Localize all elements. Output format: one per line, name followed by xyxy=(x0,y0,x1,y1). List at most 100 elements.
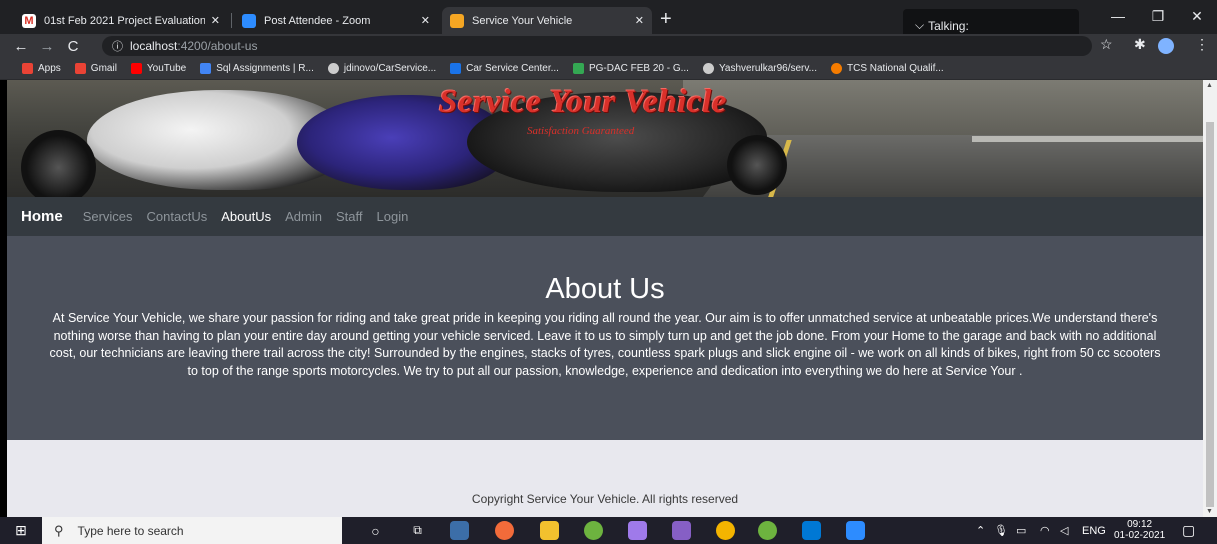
restore-button[interactable]: ❐ xyxy=(1138,0,1178,32)
bookmark-car-service[interactable]: Car Service Center... xyxy=(450,63,559,74)
bookmark-youtube[interactable]: YouTube xyxy=(130,63,187,74)
motorcycle-wheel xyxy=(21,130,96,197)
bookmark-pg-dac[interactable]: PG-DAC FEB 20 - G... xyxy=(572,63,689,74)
profile-avatar-icon[interactable] xyxy=(1158,38,1174,54)
spring-tool-suite-2-icon[interactable] xyxy=(758,521,777,540)
scroll-down-icon[interactable]: ▼ xyxy=(1206,508,1213,515)
close-icon[interactable]: ✕ xyxy=(421,14,430,27)
windows-taskbar: ⊞ ⚲ Type here to search ○ ⧉ ⌃ 🎙 ▭ ◠ ◁ EN… xyxy=(0,517,1217,544)
cortana-icon[interactable]: ○ xyxy=(366,521,385,540)
bookmark-label: Sql Assignments | R... xyxy=(216,63,314,74)
nav-aboutus[interactable]: AboutUs xyxy=(221,209,271,224)
language-indicator[interactable]: ENG xyxy=(1082,517,1106,544)
tab-project-evaluation[interactable]: M 01st Feb 2021 Project Evaluation ✕ xyxy=(14,7,228,34)
tab-zoom[interactable]: Post Attendee - Zoom ✕ xyxy=(234,7,438,34)
address-bar[interactable]: ⓘ localhost :4200/about-us xyxy=(102,36,1092,56)
bookmarks-bar: Apps Gmail YouTube Sql Assignments | R..… xyxy=(0,58,1217,80)
bookmark-tcs[interactable]: TCS National Qualif... xyxy=(830,63,944,74)
url-host: localhost xyxy=(130,39,178,53)
zoom-icon xyxy=(242,13,256,28)
nav-services[interactable]: Services xyxy=(83,209,133,224)
clock-time: 09:12 xyxy=(1127,519,1153,530)
tab-divider xyxy=(231,13,232,28)
close-icon[interactable]: ✕ xyxy=(211,14,220,27)
tab-label: 01st Feb 2021 Project Evaluation xyxy=(44,14,205,27)
wifi-icon[interactable]: ◠ xyxy=(1040,517,1050,544)
bookmark-label: YouTube xyxy=(146,63,187,74)
motorcycle-wheel xyxy=(727,135,787,195)
bookmark-label: Gmail xyxy=(90,63,117,74)
window-close-button[interactable]: ✕ xyxy=(1177,0,1217,32)
nav-login[interactable]: Login xyxy=(377,209,409,224)
reload-icon[interactable]: C xyxy=(60,38,86,55)
volume-icon[interactable]: ◁ xyxy=(1060,517,1068,544)
task-view-icon[interactable]: ⧉ xyxy=(408,521,427,540)
vscode-icon[interactable] xyxy=(802,521,821,540)
menu-dots-icon[interactable]: ⋮ xyxy=(1195,36,1209,53)
snipping-tool-icon[interactable] xyxy=(450,521,469,540)
navbar-brand-home[interactable]: Home xyxy=(21,208,63,225)
windows-start-button[interactable]: ⊞ xyxy=(0,517,42,544)
chrome-icon[interactable] xyxy=(716,521,735,540)
bookmark-label: Apps xyxy=(38,63,61,74)
bookmark-label: TCS National Qualif... xyxy=(846,63,944,74)
bookmark-label: jdinovo/CarService... xyxy=(343,63,437,74)
taskbar-clock[interactable]: 09:12 01-02-2021 xyxy=(1114,519,1165,541)
footer: Copyright Service Your Vehicle. All righ… xyxy=(7,440,1203,517)
postman-icon[interactable] xyxy=(495,521,514,540)
copyright-text: Copyright Service Your Vehicle. All righ… xyxy=(471,492,739,506)
info-icon[interactable]: ⓘ xyxy=(112,38,123,54)
back-arrow-icon[interactable]: ← xyxy=(8,38,34,55)
forward-arrow-icon[interactable]: → xyxy=(34,38,60,55)
bookmark-github-yash[interactable]: Yashverulkar96/serv... xyxy=(702,63,817,74)
github-icon xyxy=(327,63,339,74)
search-placeholder: Type here to search xyxy=(77,523,184,538)
bookmark-star-icon[interactable]: ☆ xyxy=(1100,36,1113,53)
about-section: About Us At Service Your Vehicle, we sha… xyxy=(7,236,1203,440)
extensions-icon[interactable]: ✱ xyxy=(1134,36,1146,53)
sql-icon xyxy=(200,63,212,74)
microphone-icon[interactable]: 🎙 xyxy=(994,517,1008,544)
zoom-app-icon[interactable] xyxy=(846,521,865,540)
tab-label: Post Attendee - Zoom xyxy=(264,14,371,27)
about-text: At Service Your Vehicle, we share your p… xyxy=(49,311,1161,378)
file-explorer-icon[interactable] xyxy=(540,521,559,540)
bookmark-label: Car Service Center... xyxy=(466,63,559,74)
bookmark-gmail[interactable]: Gmail xyxy=(74,63,117,74)
notification-center-icon[interactable]: ▢ xyxy=(1182,517,1195,544)
bookmark-sql[interactable]: Sql Assignments | R... xyxy=(200,63,314,74)
scroll-up-icon[interactable]: ▲ xyxy=(1206,82,1213,89)
bookmark-apps[interactable]: Apps xyxy=(22,63,61,74)
browser-toolbar: ← → C ⓘ localhost :4200/about-us ☆ ✱ ⋮ xyxy=(0,34,1217,58)
taskbar-search-box[interactable]: ⚲ Type here to search xyxy=(42,517,342,544)
chevron-down-icon: ⌵ xyxy=(915,18,925,32)
site-favicon-icon xyxy=(450,13,464,28)
tab-service-your-vehicle[interactable]: Service Your Vehicle ✕ xyxy=(442,7,652,34)
banner-title: Service Your Vehicle xyxy=(439,84,728,120)
tray-chevron-up-icon[interactable]: ⌃ xyxy=(976,517,985,544)
spring-tool-suite-icon[interactable] xyxy=(584,521,603,540)
nav-staff[interactable]: Staff xyxy=(336,209,363,224)
youtube-icon xyxy=(130,63,142,74)
bookmark-label: PG-DAC FEB 20 - G... xyxy=(588,63,689,74)
visual-studio-icon[interactable] xyxy=(672,521,691,540)
close-icon[interactable]: ✕ xyxy=(635,14,644,27)
gmail-icon xyxy=(74,63,86,74)
browser-tab-strip: M 01st Feb 2021 Project Evaluation ✕ Pos… xyxy=(0,0,1217,42)
scrollbar-thumb[interactable] xyxy=(1206,122,1214,507)
page-icon xyxy=(450,63,462,74)
eclipse-icon[interactable] xyxy=(628,521,647,540)
tcs-icon xyxy=(830,63,842,74)
minimize-button[interactable]: — xyxy=(1098,0,1138,32)
battery-icon[interactable]: ▭ xyxy=(1016,517,1026,544)
banner-subtitle: Satisfaction Guaranteed xyxy=(527,125,635,137)
bookmark-github-jdinovo[interactable]: jdinovo/CarService... xyxy=(327,63,437,74)
github-icon xyxy=(702,63,714,74)
gmail-icon: M xyxy=(22,13,36,28)
page-scrollbar[interactable]: ▲ ▼ xyxy=(1203,80,1217,517)
apps-grid-icon xyxy=(22,63,33,74)
talking-label: Talking: xyxy=(928,18,969,33)
new-tab-button[interactable]: + xyxy=(660,9,672,29)
nav-contactus[interactable]: ContactUs xyxy=(147,209,208,224)
nav-admin[interactable]: Admin xyxy=(285,209,322,224)
